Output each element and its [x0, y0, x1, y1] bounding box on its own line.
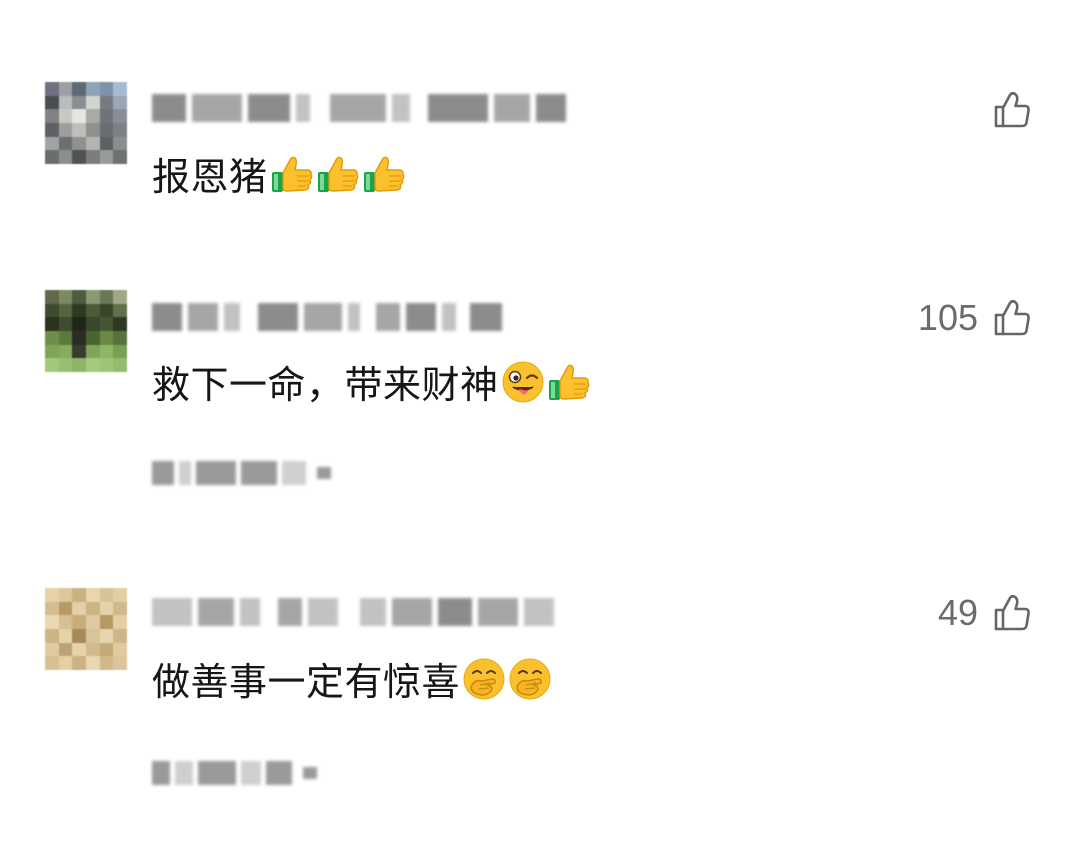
username-redacted[interactable]: [152, 593, 554, 631]
like-control[interactable]: [978, 88, 1032, 132]
comment-text-content: 做善事一定有惊喜: [152, 660, 461, 704]
comment-meta-redacted[interactable]: [152, 755, 317, 791]
like-control[interactable]: 49: [938, 591, 1032, 635]
like-control[interactable]: 105: [918, 296, 1032, 340]
thumbs-up-emoji: [362, 152, 406, 196]
hand-over-mouth-emoji: [508, 657, 552, 701]
comment-meta-redacted[interactable]: [152, 455, 331, 491]
username-redacted[interactable]: [152, 298, 502, 336]
thumbs-up-emoji: [316, 152, 360, 196]
winking-tongue-emoji: [501, 360, 545, 404]
like-count: 105: [917, 297, 978, 338]
hand-over-mouth-emoji: [462, 657, 506, 701]
comment-text: 救下一命，带来财神: [152, 360, 591, 408]
username-redacted[interactable]: [152, 89, 566, 127]
avatar[interactable]: [45, 588, 127, 670]
comment-text: 报恩猪: [152, 152, 406, 200]
like-count: 49: [937, 592, 978, 633]
avatar[interactable]: [45, 82, 127, 164]
avatar[interactable]: [45, 290, 127, 372]
thumbs-up-emoji: [547, 360, 591, 404]
thumbs-up-emoji: [270, 152, 314, 196]
thumb-up-icon[interactable]: [992, 90, 1032, 130]
comment-text-content: 报恩猪: [152, 155, 268, 199]
thumb-up-icon[interactable]: [992, 298, 1032, 338]
comment-text: 做善事一定有惊喜: [152, 657, 552, 705]
comment-text-content: 救下一命，带来财神: [152, 363, 499, 407]
thumb-up-icon[interactable]: [992, 593, 1032, 633]
